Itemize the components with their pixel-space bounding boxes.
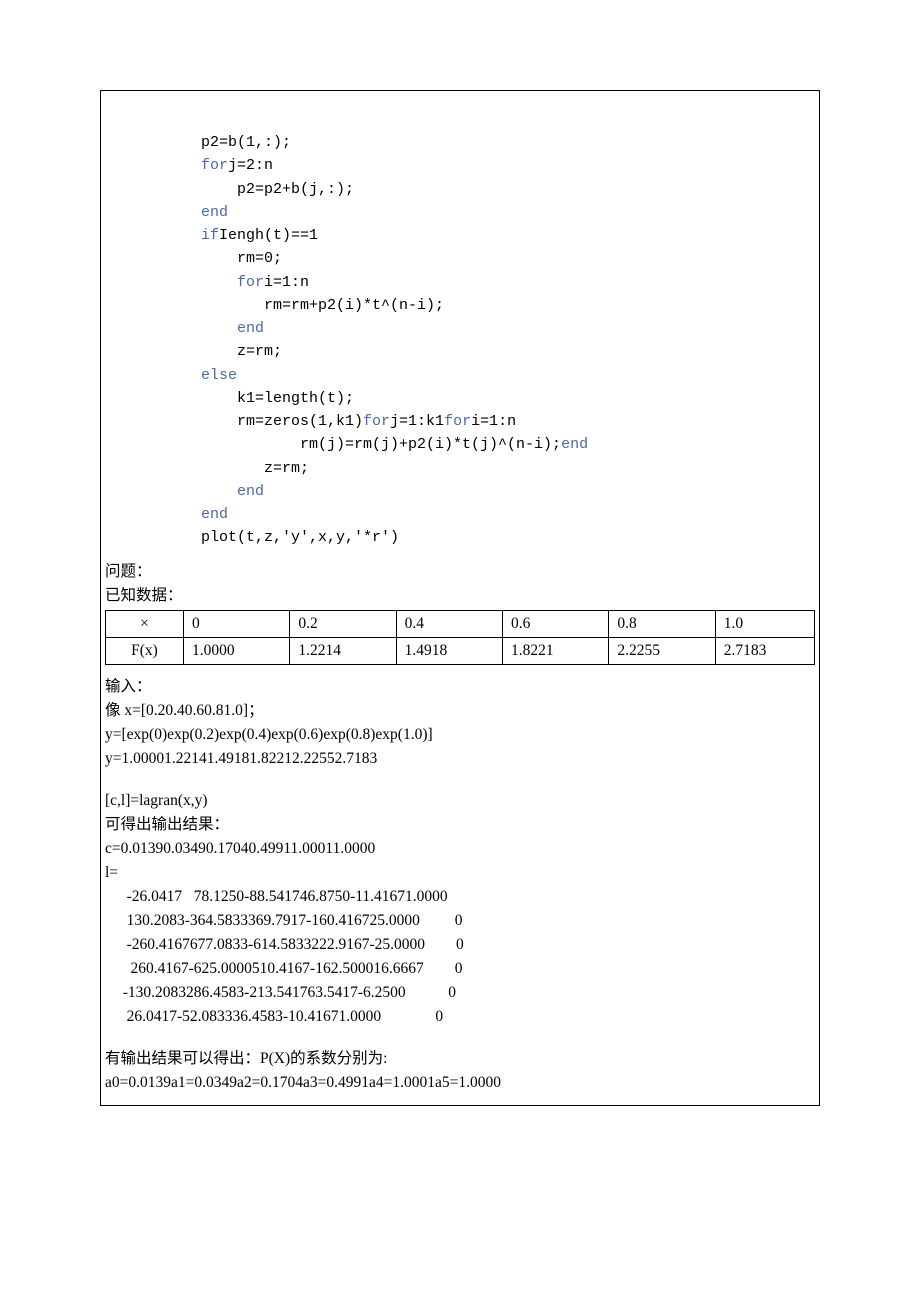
input-label: 输入： bbox=[105, 675, 815, 699]
conclusion-line: a0=0.0139a1=0.0349a2=0.1704a3=0.4991a4=1… bbox=[105, 1071, 815, 1095]
code-line: rm=zeros(1,k1) bbox=[201, 413, 363, 430]
table-cell: 1.8221 bbox=[503, 637, 609, 664]
keyword-end: end bbox=[561, 436, 588, 453]
text-line: y=1.00001.22141.49181.82212.22552.7183 bbox=[105, 747, 815, 771]
code-line: p2=p2+b(j,:); bbox=[201, 181, 354, 198]
table-cell: 0.4 bbox=[396, 610, 502, 637]
code-block: p2=b(1,:); forj=2:n p2=p2+b(j,:); end if… bbox=[101, 101, 819, 560]
table-cell: 2.2255 bbox=[609, 637, 715, 664]
keyword-end: end bbox=[201, 320, 264, 337]
code-line: i=1:n bbox=[471, 413, 516, 430]
content-frame: p2=b(1,:); forj=2:n p2=p2+b(j,:); end if… bbox=[100, 90, 820, 1106]
matrix-row: 260.4167-625.0000510.4167-162.500016.666… bbox=[115, 960, 462, 977]
keyword-for: for bbox=[444, 413, 471, 430]
code-line: j=1:k1 bbox=[390, 413, 444, 430]
keyword-else: else bbox=[201, 367, 237, 384]
table-cell: 1.0 bbox=[715, 610, 814, 637]
matrix-row: -130.2083286.4583-213.541763.5417-6.2500… bbox=[115, 984, 456, 1001]
matrix-block: -26.0417 78.1250-88.541746.8750-11.41671… bbox=[105, 885, 815, 1029]
table-cell: 1.2214 bbox=[290, 637, 396, 664]
table-cell: 2.7183 bbox=[715, 637, 814, 664]
code-line: p2=b(1,:); bbox=[201, 134, 291, 151]
page: p2=b(1,:); forj=2:n p2=p2+b(j,:); end if… bbox=[0, 0, 920, 1301]
keyword-if: if bbox=[201, 227, 219, 244]
code-line: rm(j)=rm(j)+p2(i)*t(j)^(n-i); bbox=[201, 436, 561, 453]
keyword-end: end bbox=[201, 483, 264, 500]
table-cell: 0.2 bbox=[290, 610, 396, 637]
code-line: Iengh(t)==1 bbox=[219, 227, 318, 244]
text-line: c=0.01390.03490.17040.49911.00011.0000 bbox=[105, 837, 815, 861]
code-line: z=rm; bbox=[201, 343, 282, 360]
matrix-row: -260.4167677.0833-614.5833222.9167-25.00… bbox=[115, 936, 464, 953]
table-cell: F(x) bbox=[106, 637, 184, 664]
table-cell: 1.4918 bbox=[396, 637, 502, 664]
matrix-row: 130.2083-364.5833369.7917-160.416725.000… bbox=[115, 912, 462, 929]
question-label: 问题： bbox=[105, 560, 815, 584]
keyword-for: for bbox=[201, 157, 228, 174]
table-cell: 1.0000 bbox=[183, 637, 289, 664]
table-row: F(x) 1.0000 1.2214 1.4918 1.8221 2.2255 … bbox=[106, 637, 815, 664]
text-block: 问题： 已知数据： × 0 0.2 0.4 0.6 0.8 1.0 F(x) 1… bbox=[101, 560, 819, 1095]
table-cell: 0.8 bbox=[609, 610, 715, 637]
table-cell: 0 bbox=[183, 610, 289, 637]
text-line: y=[exp(0)exp(0.2)exp(0.4)exp(0.6)exp(0.8… bbox=[105, 723, 815, 747]
keyword-for: for bbox=[363, 413, 390, 430]
text-line: l= bbox=[105, 861, 815, 885]
code-line: rm=rm+p2(i)*t^(n-i); bbox=[201, 297, 444, 314]
keyword-for: for bbox=[201, 274, 264, 291]
code-line: rm=0; bbox=[201, 250, 282, 267]
table-cell: 0.6 bbox=[503, 610, 609, 637]
table-cell: × bbox=[106, 610, 184, 637]
text-line: [c,l]=lagran(x,y) bbox=[105, 789, 815, 813]
output-label: 可得出输出结果： bbox=[105, 813, 815, 837]
code-line: z=rm; bbox=[201, 460, 309, 477]
matrix-row: 26.0417-52.083336.4583-10.41671.0000 0 bbox=[115, 1008, 443, 1025]
matrix-row: -26.0417 78.1250-88.541746.8750-11.41671… bbox=[115, 888, 448, 905]
known-data-label: 已知数据： bbox=[105, 584, 815, 608]
keyword-end: end bbox=[201, 204, 228, 221]
code-line: i=1:n bbox=[264, 274, 309, 291]
conclusion-line: 有输出结果可以得出：P(X)的系数分别为: bbox=[105, 1047, 815, 1071]
keyword-end: end bbox=[201, 506, 228, 523]
data-table: × 0 0.2 0.4 0.6 0.8 1.0 F(x) 1.0000 1.22… bbox=[105, 610, 815, 665]
text-line: 像 x=[0.20.40.60.81.0]； bbox=[105, 699, 815, 723]
table-row: × 0 0.2 0.4 0.6 0.8 1.0 bbox=[106, 610, 815, 637]
code-line: k1=length(t); bbox=[201, 390, 354, 407]
code-line: plot(t,z,'y',x,y,'*r') bbox=[201, 529, 399, 546]
code-line: j=2:n bbox=[228, 157, 273, 174]
